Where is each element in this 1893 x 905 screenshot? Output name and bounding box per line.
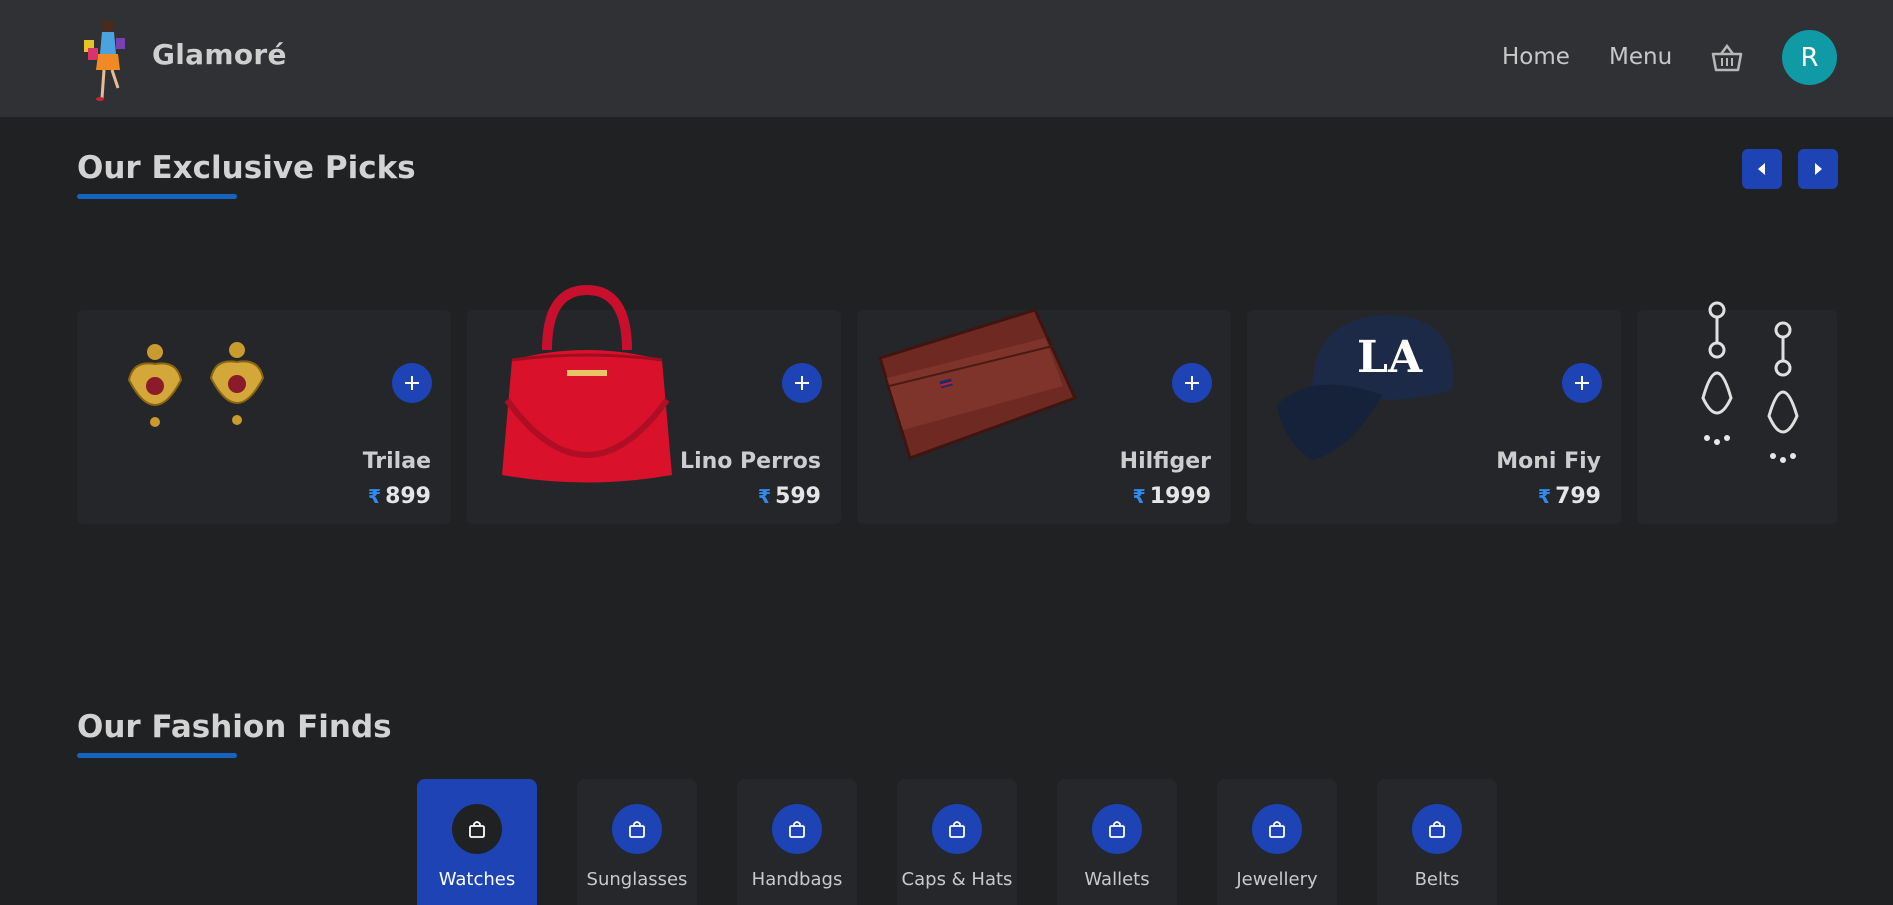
product-image-gold-earrings [117,330,277,454]
category-label: Belts [1414,869,1460,890]
category-tab-belts[interactable]: Belts [1377,779,1497,905]
fashion-finds-title: Our Fashion Finds [77,709,392,745]
plus-icon [795,376,809,390]
add-to-cart-button[interactable] [782,363,822,403]
cart-basket-icon[interactable] [1711,42,1743,74]
nav-home-link[interactable]: Home [1502,44,1570,70]
svg-text:LA: LA [1357,332,1423,383]
product-card[interactable]: LA Moni Fiy ₹799 [1247,310,1621,524]
product-card[interactable]: Lino Perros ₹599 [467,284,841,524]
price-value: 1999 [1149,484,1211,509]
category-tab-caps-hats[interactable]: Caps & Hats [897,779,1017,905]
plus-icon [405,376,419,390]
user-avatar[interactable]: R [1782,30,1837,85]
product-card[interactable] [1637,301,1837,524]
shopping-bag-icon [932,804,982,854]
carousel-prev-button[interactable] [1742,149,1782,189]
product-name: Moni Fiy [1496,449,1601,474]
product-card[interactable]: Trilae ₹899 [77,310,451,524]
fashion-finds-underline [77,753,237,758]
category-tab-sunglasses[interactable]: Sunglasses [577,779,697,905]
brand-logo[interactable] [80,18,130,102]
product-price: ₹899 [368,484,431,509]
product-image-brown-wallet [875,298,1085,472]
shopping-bag-icon [452,804,502,854]
rupee-icon: ₹ [1132,486,1146,508]
plus-icon [1575,376,1589,390]
shopping-bag-icon [1092,804,1142,854]
top-navbar: Glamoré Home Menu R [0,0,1893,117]
nav-menu-link[interactable]: Menu [1609,44,1672,70]
category-tab-handbags[interactable]: Handbags [737,779,857,905]
category-label: Sunglasses [586,869,688,890]
product-image-red-handbag [487,280,687,494]
product-price: ₹799 [1538,484,1601,509]
product-image-navy-cap: LA [1272,310,1462,464]
product-image-silver-earrings [1697,298,1822,472]
price-value: 899 [385,484,431,509]
add-to-cart-button[interactable] [392,363,432,403]
product-name: Hilfiger [1119,449,1211,474]
category-tab-wallets[interactable]: Wallets [1057,779,1177,905]
rupee-icon: ₹ [367,486,382,508]
product-name: Trilae [362,449,431,474]
caret-left-icon [1758,163,1765,175]
caret-right-icon [1815,163,1822,175]
product-name: Lino Perros [680,449,821,474]
add-to-cart-button[interactable] [1562,363,1602,403]
category-tab-jewellery[interactable]: Jewellery [1217,779,1337,905]
product-price: ₹599 [758,484,821,509]
category-tab-watches[interactable]: Watches [417,779,537,905]
category-label: Watches [438,869,516,890]
shopping-bag-icon [1412,804,1462,854]
category-label: Handbags [751,869,843,890]
exclusive-picks-underline [77,194,237,199]
add-to-cart-button[interactable] [1172,363,1212,403]
shopping-bag-icon [1252,804,1302,854]
carousel-next-button[interactable] [1798,149,1838,189]
product-price: ₹1999 [1133,484,1211,509]
rupee-icon: ₹ [757,486,772,508]
shopping-bag-icon [612,804,662,854]
product-card[interactable]: Hilfiger ₹1999 [857,308,1231,524]
rupee-icon: ₹ [1537,486,1552,508]
plus-icon [1185,376,1199,390]
category-label: Wallets [1084,869,1150,890]
price-value: 799 [1555,484,1601,509]
price-value: 599 [775,484,821,509]
shopping-bag-icon [772,804,822,854]
brand-name[interactable]: Glamoré [152,38,287,71]
category-label: Caps & Hats [901,869,1013,890]
category-label: Jewellery [1236,869,1318,890]
exclusive-picks-title: Our Exclusive Picks [77,150,416,186]
